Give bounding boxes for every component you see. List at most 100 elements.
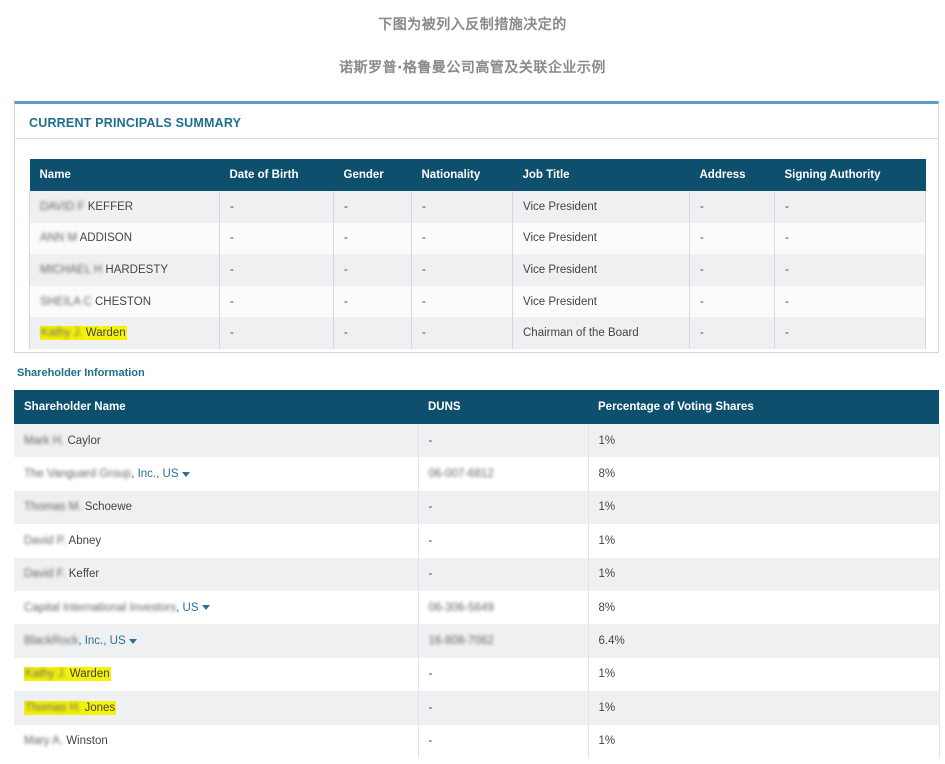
principal-name-cell: DAVID F KEFFER	[29, 191, 220, 223]
principal-address-cell: -	[689, 222, 775, 255]
shareholder-name-text: Winston	[66, 735, 108, 748]
shareholder-duns-cell: -	[418, 524, 589, 558]
principal-name: Kathy J. Warden	[40, 326, 127, 341]
principals-col-header: Date of Birth	[219, 159, 334, 191]
principal-surname: KEFFER	[87, 200, 134, 213]
duns-value: 16-808-7062	[428, 635, 494, 648]
shareholder-duns-cell: 06-007-6812	[418, 457, 589, 491]
shareholder-name-text: , Inc., US	[131, 468, 179, 481]
principal-name-cell: Kathy J. Warden	[29, 317, 220, 349]
principal-gender-cell: -	[333, 317, 412, 349]
principal-surname: HARDESTY	[105, 263, 169, 276]
principal-gender-cell: -	[333, 285, 412, 318]
shareholder-name-link[interactable]: BlackRock, Inc., US	[24, 635, 137, 647]
shareholder-name-text: , US	[176, 601, 199, 614]
shareholder-name-text: Schoewe	[84, 501, 133, 514]
principals-col-header: Gender	[333, 159, 412, 191]
shareholder-name-cell: Thomas H. Jones	[14, 691, 419, 725]
duns-value: -	[428, 434, 433, 447]
redacted-name-part: Kathy J.	[41, 327, 83, 340]
caret-down-icon[interactable]	[201, 605, 210, 611]
panel-divider	[15, 138, 938, 139]
principal-name: DAVID F KEFFER	[40, 201, 133, 213]
shareholder-duns-cell: -	[418, 557, 589, 591]
principal-signing-cell: -	[774, 222, 926, 255]
shareholder-row: Capital International Investors, US 06-30…	[14, 590, 940, 625]
principal-nationality-cell: -	[411, 222, 513, 255]
principal-job-cell: Vice President	[512, 191, 690, 223]
principal-name-cell: MICHAEL H HARDESTY	[29, 254, 220, 286]
redacted-name-part: Thomas M.	[24, 501, 82, 514]
principal-signing-cell: -	[774, 191, 926, 223]
principal-gender-cell: -	[333, 222, 412, 255]
shareholder-name: Thomas M. Schoewe	[24, 501, 132, 513]
duns-value: -	[428, 568, 433, 581]
principal-row: DAVID F KEFFER - - - Vice President - -	[29, 191, 926, 223]
shareholder-name-text: , Inc., US	[78, 635, 126, 648]
principal-address-cell: -	[689, 317, 775, 349]
shareholder-col-header: Percentage of Voting Shares	[588, 390, 939, 424]
principal-job-cell: Vice President	[512, 222, 690, 255]
shareholder-name-cell: Thomas M. Schoewe	[14, 490, 419, 525]
shareholder-name: Mary A. Winston	[24, 735, 108, 747]
shareholder-row: David P. Abney - 1%	[14, 524, 940, 558]
shareholder-duns-cell: -	[418, 424, 589, 458]
shareholder-title: Shareholder Information	[17, 367, 145, 379]
redacted-name-part: David P.	[24, 534, 66, 547]
shareholder-name-cell[interactable]: The Vanguard Group, Inc., US	[14, 457, 419, 491]
principal-surname: ADDISON	[79, 232, 133, 245]
shareholder-row: Thomas H. Jones - 1%	[14, 691, 940, 725]
shareholder-col-header: DUNS	[418, 390, 588, 424]
principals-col-header: Nationality	[411, 159, 513, 191]
shareholder-name-cell: Kathy J. Warden	[14, 657, 419, 692]
shareholder-duns-cell: -	[418, 490, 589, 525]
principals-col-header: Address	[689, 159, 775, 191]
principal-dob-cell: -	[219, 317, 334, 349]
principal-row: SHEILA C CHESTON - - - Vice President - -	[29, 285, 926, 318]
shareholder-name-cell: Mark H. Caylor	[14, 424, 419, 458]
redacted-name-part: Mark H.	[24, 434, 65, 447]
principals-col-header: Signing Authority	[774, 159, 926, 191]
shareholder-duns-cell: -	[418, 657, 589, 692]
shareholder-pct-cell: 1%	[588, 490, 940, 525]
redacted-name-part: MICHAEL H	[40, 263, 103, 276]
shareholder-row: Thomas M. Schoewe - 1%	[14, 490, 940, 525]
principals-table: Name Date of Birth Gender Nationality Job Ti…	[29, 159, 926, 349]
shareholder-col-header: Shareholder Name	[14, 390, 418, 424]
caret-down-icon[interactable]	[181, 471, 190, 477]
duns-value: -	[428, 701, 433, 714]
principal-name-cell: ANN M ADDISON	[29, 222, 220, 255]
shareholder-name-text: Caylor	[67, 434, 101, 447]
shareholder-pct-cell: 1%	[588, 424, 940, 458]
shareholder-name-cell: David P. Abney	[14, 524, 419, 558]
shareholder-name-cell[interactable]: Capital International Investors, US	[14, 590, 419, 625]
shareholder-pct-cell: 6.4%	[588, 624, 940, 658]
redacted-name-part: Capital International Investors	[24, 601, 177, 614]
redacted-name-part: ANN M	[40, 232, 78, 245]
principal-row: Kathy J. Warden - - - Chairman of the Board -…	[29, 317, 926, 349]
principal-name: ANN M ADDISON	[40, 232, 132, 244]
caption-line-2: 诺斯罗普·格鲁曼公司高管及关联企业示例	[339, 60, 606, 76]
principal-dob-cell: -	[219, 254, 334, 286]
principal-signing-cell: -	[774, 317, 926, 349]
principal-gender-cell: -	[333, 254, 412, 286]
principals-col-header: Job Title	[512, 159, 690, 191]
principal-surname: CHESTON	[94, 295, 152, 308]
principal-row: MICHAEL H HARDESTY - - - Vice President - -	[29, 254, 926, 286]
shareholder-name-text: Warden	[69, 668, 110, 681]
shareholder-name-link[interactable]: Capital International Investors, US	[24, 602, 210, 614]
caret-down-icon[interactable]	[128, 638, 137, 644]
shareholder-name-link[interactable]: The Vanguard Group, Inc., US	[24, 468, 190, 480]
shareholder-name-text: Abney	[68, 534, 102, 547]
principal-name-cell: SHEILA C CHESTON	[29, 285, 220, 318]
shareholder-pct-cell: 1%	[588, 524, 940, 558]
principal-address-cell: -	[689, 191, 775, 223]
redacted-name-part: Kathy J.	[25, 668, 67, 681]
shareholder-duns-cell: -	[418, 724, 589, 758]
shareholder-name-cell[interactable]: BlackRock, Inc., US	[14, 624, 419, 658]
principal-dob-cell: -	[219, 285, 334, 318]
duns-value: 06-306-5649	[428, 601, 494, 614]
principals-title: CURRENT PRINCIPALS SUMMARY	[29, 116, 242, 130]
shareholder-header-row: Shareholder Name DUNS Percentage of Voting…	[14, 390, 939, 424]
redacted-name-part: SHEILA C	[40, 295, 92, 308]
